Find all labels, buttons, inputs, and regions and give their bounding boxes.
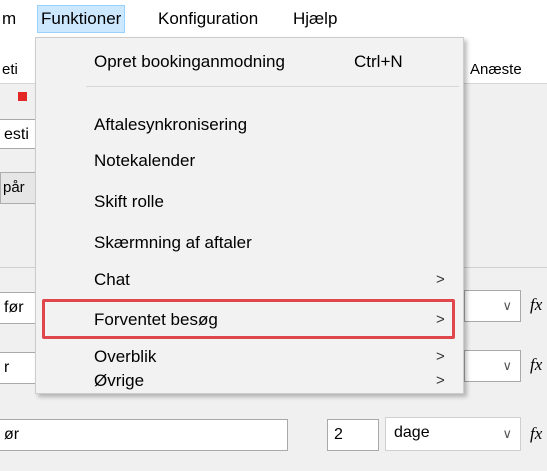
menu-bar: m Funktioner Konfiguration Hjælp bbox=[0, 0, 547, 37]
button-fragment[interactable]: pår bbox=[0, 172, 36, 204]
text-field-2[interactable]: r bbox=[0, 352, 36, 384]
menu-item-aftalesynkronisering[interactable]: Aftalesynkronisering bbox=[36, 108, 463, 142]
highlight-box bbox=[42, 299, 455, 339]
menu-item-overblik[interactable]: Overblik > bbox=[36, 340, 463, 374]
menu-funktioner[interactable]: Funktioner bbox=[37, 5, 126, 33]
number-input[interactable]: 2 bbox=[327, 419, 379, 451]
shortcut-label: Ctrl+N bbox=[354, 52, 403, 71]
menu-item-label: Øvrige bbox=[94, 371, 145, 390]
menu-item-label: Chat bbox=[94, 270, 130, 289]
menu-item-oevrige[interactable]: Øvrige > bbox=[36, 370, 463, 392]
chevron-down-icon: ∨ bbox=[502, 426, 512, 441]
chevron-down-icon: ∨ bbox=[502, 358, 512, 373]
funktioner-dropdown: Opret bookinganmodning Ctrl+N Aftalesynk… bbox=[35, 37, 464, 394]
menu-hjaelp[interactable]: Hjælp bbox=[290, 6, 340, 32]
legend-anaest: Anæste bbox=[470, 61, 522, 78]
tab-fragment[interactable]: esti bbox=[0, 119, 36, 149]
menu-item-opret-bookinganmodning[interactable]: Opret bookinganmodning Ctrl+N bbox=[36, 45, 463, 79]
chevron-right-icon: > bbox=[436, 271, 445, 288]
menu-item-label: Opret bookinganmodning bbox=[94, 52, 285, 71]
menu-item-skaermning-af-aftaler[interactable]: Skærmning af aftaler bbox=[36, 226, 463, 260]
combo-value: dage bbox=[394, 424, 430, 441]
fx-icon[interactable]: fx bbox=[530, 295, 542, 315]
unit-combo-days[interactable]: dage ∨ bbox=[385, 417, 521, 451]
chevron-right-icon: > bbox=[436, 372, 445, 389]
menu-item-label: Skærmning af aftaler bbox=[94, 233, 252, 252]
menu-item-label: Notekalender bbox=[94, 151, 196, 170]
legend-fragment: eti bbox=[2, 61, 18, 78]
menu-item-label: Skift rolle bbox=[94, 192, 164, 211]
unit-combo-1[interactable]: ∨ bbox=[464, 290, 521, 322]
unit-combo-2[interactable]: ∨ bbox=[464, 350, 521, 382]
menu-konfiguration[interactable]: Konfiguration bbox=[155, 6, 261, 32]
text-field-3[interactable]: ør bbox=[0, 419, 288, 451]
fx-icon[interactable]: fx bbox=[530, 355, 542, 375]
chevron-right-icon: > bbox=[436, 348, 445, 365]
text-field-1[interactable]: før bbox=[0, 292, 36, 324]
menu-item-notekalender[interactable]: Notekalender bbox=[36, 144, 463, 178]
menu-item-chat[interactable]: Chat > bbox=[36, 263, 463, 297]
menu-program[interactable]: m bbox=[0, 6, 19, 32]
menu-item-label: Aftalesynkronisering bbox=[94, 115, 248, 134]
menu-item-skift-rolle[interactable]: Skift rolle bbox=[36, 185, 463, 219]
fx-icon[interactable]: fx bbox=[530, 424, 542, 444]
chevron-down-icon: ∨ bbox=[502, 298, 512, 313]
menu-item-label: Overblik bbox=[94, 347, 157, 366]
menu-separator bbox=[86, 86, 459, 87]
red-marker-icon bbox=[18, 92, 27, 101]
